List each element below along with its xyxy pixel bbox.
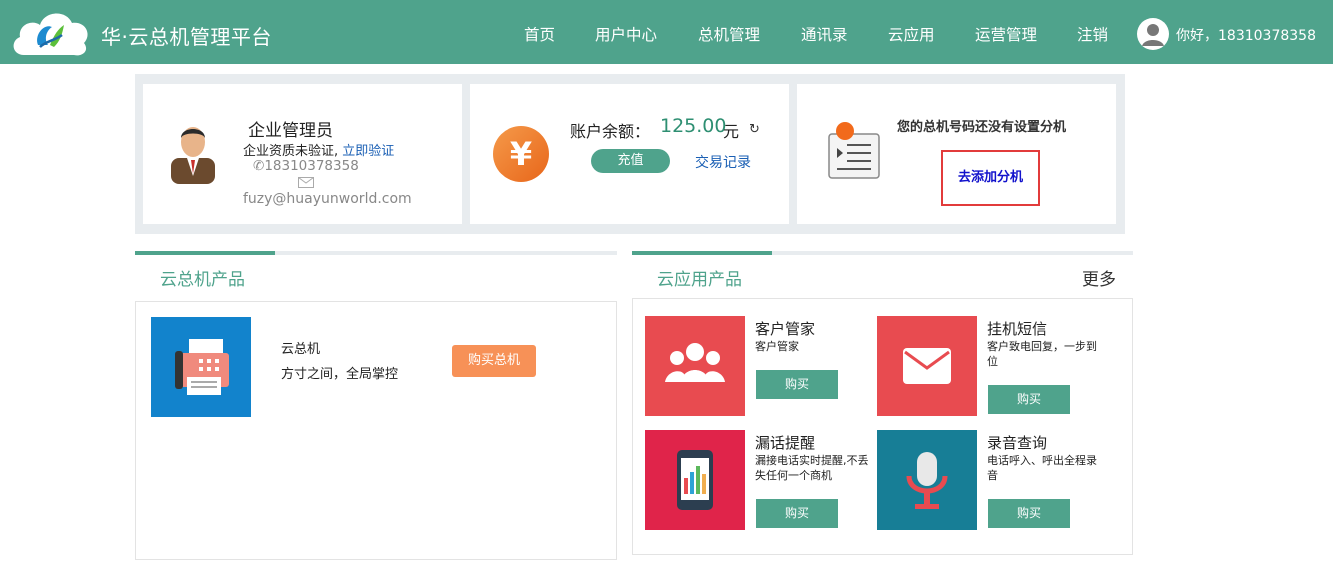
nav-user-center[interactable]: 用户中心 bbox=[595, 23, 657, 45]
logo bbox=[10, 5, 92, 57]
envelope-icon bbox=[877, 316, 977, 416]
phone-icon: ✆ bbox=[253, 158, 265, 174]
microphone-icon bbox=[877, 430, 977, 530]
app-desc-missed-call: 漏接电话实时提醒,不丢失任何一个商机 bbox=[755, 454, 869, 482]
more-apps-link[interactable]: 更多 bbox=[1082, 265, 1116, 290]
app-name-recording-query: 录音查询 bbox=[987, 434, 1048, 452]
mail-icon bbox=[298, 177, 314, 188]
add-extension-button[interactable]: 去添加分机 bbox=[941, 150, 1040, 206]
top-header: 华·云总机管理平台 首页 用户中心 总机管理 通讯录 云应用 运营管理 注销 你… bbox=[0, 0, 1333, 64]
buy-missed-call-button[interactable]: 购买 bbox=[756, 499, 838, 528]
admin-avatar-icon bbox=[171, 127, 215, 184]
app-desc-customer-manager: 客户管家 bbox=[755, 340, 799, 353]
user-greeting: 你好，18310378358 bbox=[1176, 28, 1316, 44]
balance-card: ¥ 账户余额： 125.00 元 ↻ 充值 交易记录 bbox=[470, 84, 789, 224]
extension-notice: 您的总机号码还没有设置分机 bbox=[897, 120, 1067, 135]
admin-phone: ✆18310378358 bbox=[253, 158, 359, 174]
apps-product-box: 客户管家 客户管家 购买 挂机短信 客户致电回复，一步到位 购买 漏话提醒 漏接… bbox=[632, 298, 1133, 555]
admin-card: 企业管理员 企业资质未验证, 立即验证 ✆18310378358 fuzy@hu… bbox=[143, 84, 462, 224]
refresh-icon[interactable]: ↻ bbox=[749, 122, 760, 137]
balance-value: 125.00 bbox=[660, 115, 727, 137]
nav-cloud-apps[interactable]: 云应用 bbox=[888, 23, 935, 45]
app-desc-recording-query: 电话呼入、呼出全程录音 bbox=[987, 454, 1097, 482]
account-overview-panel: 企业管理员 企业资质未验证, 立即验证 ✆18310378358 fuzy@hu… bbox=[135, 74, 1125, 234]
buy-pbx-button[interactable]: 购买总机 bbox=[452, 345, 536, 377]
pbx-section-title: 云总机产品 bbox=[160, 270, 245, 290]
apps-section-title: 云应用产品 bbox=[657, 270, 742, 290]
mobile-chart-icon bbox=[645, 430, 745, 530]
extension-list-icon bbox=[828, 122, 880, 179]
buy-hangup-sms-button[interactable]: 购买 bbox=[988, 385, 1070, 414]
admin-phone-text: 18310378358 bbox=[264, 158, 359, 174]
extension-card: 您的总机号码还没有设置分机 去添加分机 bbox=[797, 84, 1116, 224]
yen-icon: ¥ bbox=[493, 126, 549, 182]
balance-unit: 元 bbox=[723, 122, 740, 141]
app-name-missed-call: 漏话提醒 bbox=[755, 434, 816, 452]
app-name-customer-manager: 客户管家 bbox=[755, 320, 816, 338]
app-name-hangup-sms: 挂机短信 bbox=[987, 320, 1048, 338]
app-desc-hangup-sms: 客户致电回复，一步到位 bbox=[987, 340, 1097, 368]
verify-status: 企业资质未验证, bbox=[243, 144, 339, 159]
balance-label: 账户余额： bbox=[570, 122, 651, 141]
nav-contacts[interactable]: 通讯录 bbox=[801, 23, 848, 45]
pbx-product-desc: 方寸之间，全局掌控 bbox=[281, 367, 399, 382]
transaction-history-link[interactable]: 交易记录 bbox=[695, 152, 751, 172]
pbx-product-name: 云总机 bbox=[281, 342, 321, 357]
buy-recording-query-button[interactable]: 购买 bbox=[988, 499, 1070, 528]
nav-operations[interactable]: 运营管理 bbox=[975, 23, 1037, 45]
nav-logout[interactable]: 注销 bbox=[1077, 23, 1108, 45]
recharge-button[interactable]: 充值 bbox=[591, 149, 670, 173]
brand-title: 华·云总机管理平台 bbox=[101, 25, 272, 49]
user-avatar[interactable] bbox=[1137, 18, 1169, 50]
apps-section-bar bbox=[632, 251, 1133, 255]
fax-phone-icon bbox=[151, 317, 251, 417]
verify-link[interactable]: 立即验证 bbox=[342, 144, 394, 159]
pbx-product-box: 云总机 方寸之间，全局掌控 购买总机 bbox=[135, 301, 617, 560]
user-avatar-icon bbox=[1138, 19, 1168, 49]
pbx-section-bar bbox=[135, 251, 617, 255]
nav-pbx-management[interactable]: 总机管理 bbox=[698, 23, 760, 45]
verify-row: 企业资质未验证, 立即验证 bbox=[243, 140, 394, 159]
cloud-logo-icon bbox=[13, 13, 88, 56]
admin-title: 企业管理员 bbox=[248, 121, 333, 141]
customer-manager-icon bbox=[645, 316, 745, 416]
buy-customer-manager-button[interactable]: 购买 bbox=[756, 370, 838, 399]
admin-email: fuzy@huayunworld.com bbox=[243, 191, 412, 207]
nav-home[interactable]: 首页 bbox=[524, 23, 555, 45]
